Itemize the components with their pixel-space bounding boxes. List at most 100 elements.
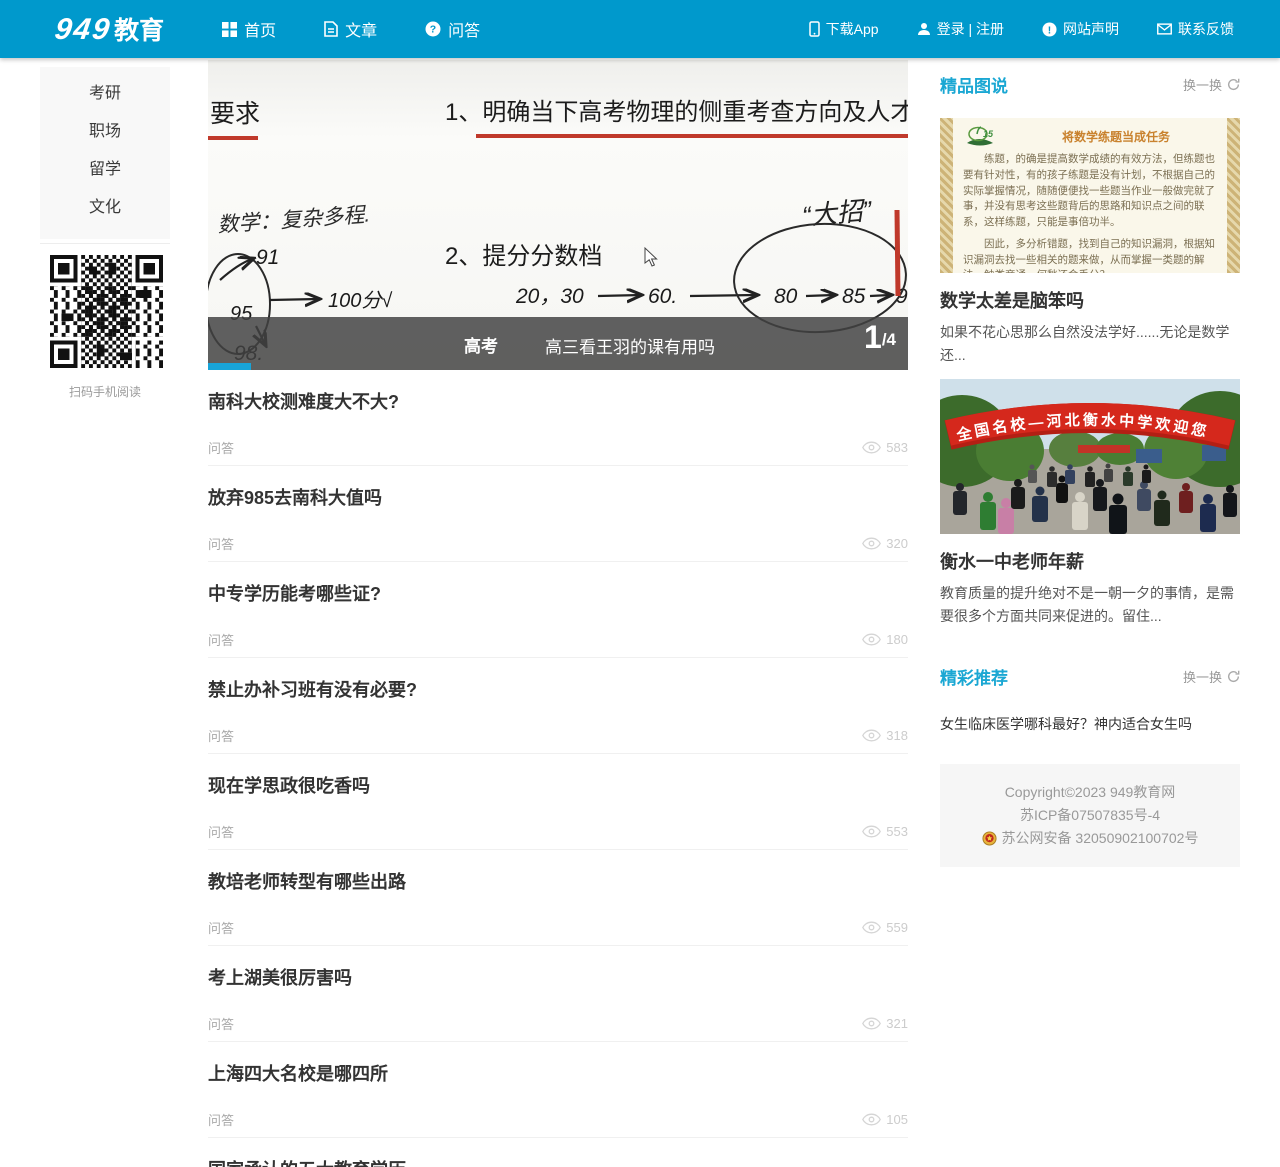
question-row: 南科大校测难度大不大? 问答 583 <box>208 370 908 466</box>
logo-number: 949 <box>52 13 114 46</box>
photo-article-title[interactable]: 衡水一中老师年薪 <box>940 548 1240 574</box>
utility-nav: 下载App 登录 | 注册 ! 网站声明 联系反馈 <box>808 19 1234 39</box>
page: 949 教育 首页 文章 ? 问答 下载App 登录 | 注册 ! 网站声明 联… <box>0 0 1280 1167</box>
question-row: 国家承认的五大教育学历 问答 <box>208 1138 908 1167</box>
document-icon <box>324 21 338 37</box>
qr-caption: 扫码手机阅读 <box>68 385 141 399</box>
nav-home[interactable]: 首页 <box>222 17 276 41</box>
question-title[interactable]: 南科大校测难度大不大? <box>208 388 908 414</box>
nav-label: 联系反馈 <box>1178 21 1234 37</box>
eye-icon <box>862 1113 882 1126</box>
nav-label: 问答 <box>448 23 481 40</box>
view-count: 320 <box>862 536 908 551</box>
refresh-icon <box>1228 670 1240 682</box>
svg-text:100分√: 100分√ <box>328 290 392 312</box>
phone-icon <box>808 21 820 37</box>
view-count: 583 <box>862 440 908 455</box>
section-title: 精彩推荐 <box>940 668 1008 688</box>
ornate-border <box>1227 118 1240 273</box>
question-title[interactable]: 国家承认的五大教育学历 <box>208 1156 908 1167</box>
question-title[interactable]: 中专学历能考哪些证? <box>208 580 908 606</box>
qr-code <box>50 255 163 368</box>
top-header: 949 教育 首页 文章 ? 问答 下载App 登录 | 注册 ! 网站声明 联… <box>0 0 1280 58</box>
eye-icon <box>862 921 882 934</box>
gallery-widget-header: 精品图说 换一换 <box>940 72 1240 96</box>
category-menu: 考研 职场 留学 文化 <box>40 67 170 239</box>
svg-text:91: 91 <box>256 246 279 269</box>
category-zhichang[interactable]: 职场 <box>40 113 170 151</box>
svg-text:!: ! <box>1048 25 1051 36</box>
home-grid-icon <box>222 21 238 37</box>
eye-icon <box>862 1017 882 1030</box>
section-title: 精品图说 <box>940 76 1008 96</box>
carousel-progress-bar[interactable] <box>208 363 251 370</box>
gallery-article-title[interactable]: 数学太差是脑笨吗 <box>940 287 1240 313</box>
carousel-caption: 高考 高三看王羽的课有用吗 1/4 <box>208 317 908 370</box>
svg-text:?: ? <box>430 24 436 36</box>
eye-icon <box>862 537 882 550</box>
refresh-recommend-button[interactable]: 换一换 <box>1183 667 1240 686</box>
carousel-title[interactable]: 高三看王羽的课有用吗 <box>545 333 715 358</box>
question-tag: 问答 <box>208 537 235 552</box>
police-registration-link[interactable]: 苏公网安备 32050902100702号 <box>1002 827 1199 850</box>
question-row: 放弃985去南科大值吗 问答 320 <box>208 466 908 562</box>
question-row: 上海四大名校是哪四所 问答 105 <box>208 1042 908 1138</box>
question-title[interactable]: 放弃985去南科大值吗 <box>208 484 908 510</box>
info-circle-icon: ! <box>1042 21 1057 37</box>
logo-text: 教育 <box>114 17 165 45</box>
carousel[interactable]: 要求 1、明确当下高考物理的侧重考查方向及人才要 “大招” 数学：复杂多程. 2… <box>208 60 908 370</box>
question-title[interactable]: 现在学思政很吃香吗 <box>208 772 908 798</box>
svg-text:15: 15 <box>983 129 994 139</box>
recommend-link[interactable]: 女生临床医学哪科最好？神内适合女生吗 <box>940 714 1240 734</box>
nav-articles[interactable]: 文章 <box>324 17 377 41</box>
question-title[interactable]: 上海四大名校是哪四所 <box>208 1060 908 1086</box>
icp-link[interactable]: 苏ICP备07507835号-4 <box>950 804 1230 827</box>
question-tag: 问答 <box>208 633 235 648</box>
view-count: 321 <box>862 1016 908 1031</box>
eye-icon <box>862 825 882 838</box>
question-row: 禁止办补习班有没有必要? 问答 318 <box>208 658 908 754</box>
question-title[interactable]: 禁止办补习班有没有必要? <box>208 676 908 702</box>
contact-feedback-link[interactable]: 联系反馈 <box>1157 19 1234 39</box>
category-wenhua[interactable]: 文化 <box>40 189 170 227</box>
svg-text:要求: 要求 <box>210 100 260 128</box>
photo-article-desc: 教育质量的提升绝对不是一朝一夕的事情，是需要很多个方面共同来促进的。留住... <box>940 585 1234 625</box>
question-tag: 问答 <box>208 825 235 840</box>
question-tag: 问答 <box>208 1113 235 1128</box>
eye-icon <box>862 441 882 454</box>
nav-qa[interactable]: ? 问答 <box>425 17 480 41</box>
site-statement-link[interactable]: ! 网站声明 <box>1042 19 1119 39</box>
view-count: 318 <box>862 728 908 743</box>
svg-text:80: 80 <box>774 285 798 308</box>
ornate-border <box>940 118 953 273</box>
site-logo[interactable]: 949 教育 <box>52 11 165 47</box>
view-count: 553 <box>862 824 908 839</box>
nav-label: 登录 | 注册 <box>936 21 1004 37</box>
view-count: 105 <box>862 1112 908 1127</box>
question-tag: 问答 <box>208 441 235 456</box>
svg-text:“大招”: “大招” <box>801 195 874 231</box>
gallery-card-image[interactable]: 15 将数学练题当成任务 练题，的确是提高数学成绩的有效方法，但练题也要有针对性… <box>940 118 1240 273</box>
question-circle-icon: ? <box>425 21 441 37</box>
view-count: 559 <box>862 920 908 935</box>
question-tag: 问答 <box>208 921 235 936</box>
svg-text:2、提分分数档: 2、提分分数档 <box>445 243 602 270</box>
category-liuxue[interactable]: 留学 <box>40 151 170 189</box>
question-tag: 问答 <box>208 729 235 744</box>
envelope-icon <box>1157 23 1172 35</box>
gallery-card-title: 将数学练题当成任务 <box>1061 129 1170 144</box>
eye-icon <box>862 633 882 646</box>
eye-icon <box>862 729 882 742</box>
svg-text:85: 85 <box>842 285 866 308</box>
question-title[interactable]: 教培老师转型有哪些出路 <box>208 868 908 894</box>
category-kaoyan[interactable]: 考研 <box>40 75 170 113</box>
download-app-link[interactable]: 下载App <box>808 19 879 39</box>
hengshui-photo[interactable]: 全国名校—河北衡水中学欢迎您 <box>912 379 1272 535</box>
refresh-icon <box>1228 78 1240 90</box>
question-title[interactable]: 考上湖美很厉害吗 <box>208 964 908 990</box>
question-row: 现在学思政很吃香吗 问答 553 <box>208 754 908 850</box>
login-register-link[interactable]: 登录 | 注册 <box>917 19 1004 39</box>
svg-text:20，30: 20，30 <box>515 285 584 308</box>
refresh-gallery-button[interactable]: 换一换 <box>1183 75 1240 94</box>
gallery-paragraph: 因此，多分析错题，找到自己的知识漏洞，根据知识漏洞去找一些相关的题来做，从而掌握… <box>963 237 1215 273</box>
